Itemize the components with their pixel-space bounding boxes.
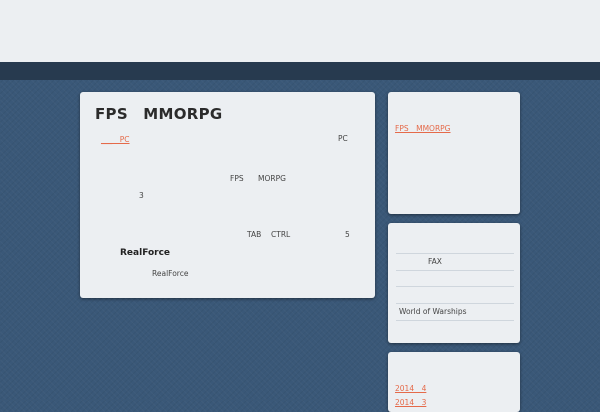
post-card: FPS MMORPG ___ PC PC FPS MORPG 3 TAB CTR… xyxy=(80,92,375,298)
post-subheading: RealForce xyxy=(120,248,171,258)
post-text-fps: FPS xyxy=(230,174,244,183)
site-header xyxy=(0,0,600,62)
fax-label: FAX xyxy=(428,257,442,266)
nav-bar xyxy=(0,62,600,80)
post-text-pc: PC xyxy=(338,134,348,143)
post-title: FPS MMORPG xyxy=(95,105,223,123)
recent-post-link[interactable]: FPS MMORPG xyxy=(395,123,451,134)
post-text-tab: TAB xyxy=(247,230,262,239)
divider xyxy=(396,320,514,321)
divider xyxy=(396,270,514,271)
post-text-mmorpg: MORPG xyxy=(258,174,286,183)
post-text-number: 3 xyxy=(139,191,144,200)
divider xyxy=(396,253,514,254)
divider xyxy=(396,286,514,287)
post-text-ctrl: CTRL xyxy=(271,230,291,239)
post-inline-link[interactable]: ___ PC xyxy=(101,134,130,145)
post-text-number-5: 5 xyxy=(345,230,350,239)
sidebar-widget: FAX World of Warships xyxy=(388,223,520,343)
divider xyxy=(396,303,514,304)
archive-link[interactable]: 2014 4 xyxy=(395,383,426,394)
sidebar-recent-posts: FPS MMORPG xyxy=(388,92,520,214)
archive-link[interactable]: 2014 3 xyxy=(395,397,426,408)
sidebar-archives: 2014 4 2014 3 xyxy=(388,352,520,412)
list-item[interactable]: World of Warships xyxy=(399,307,467,316)
post-subtext: RealForce xyxy=(152,269,189,278)
